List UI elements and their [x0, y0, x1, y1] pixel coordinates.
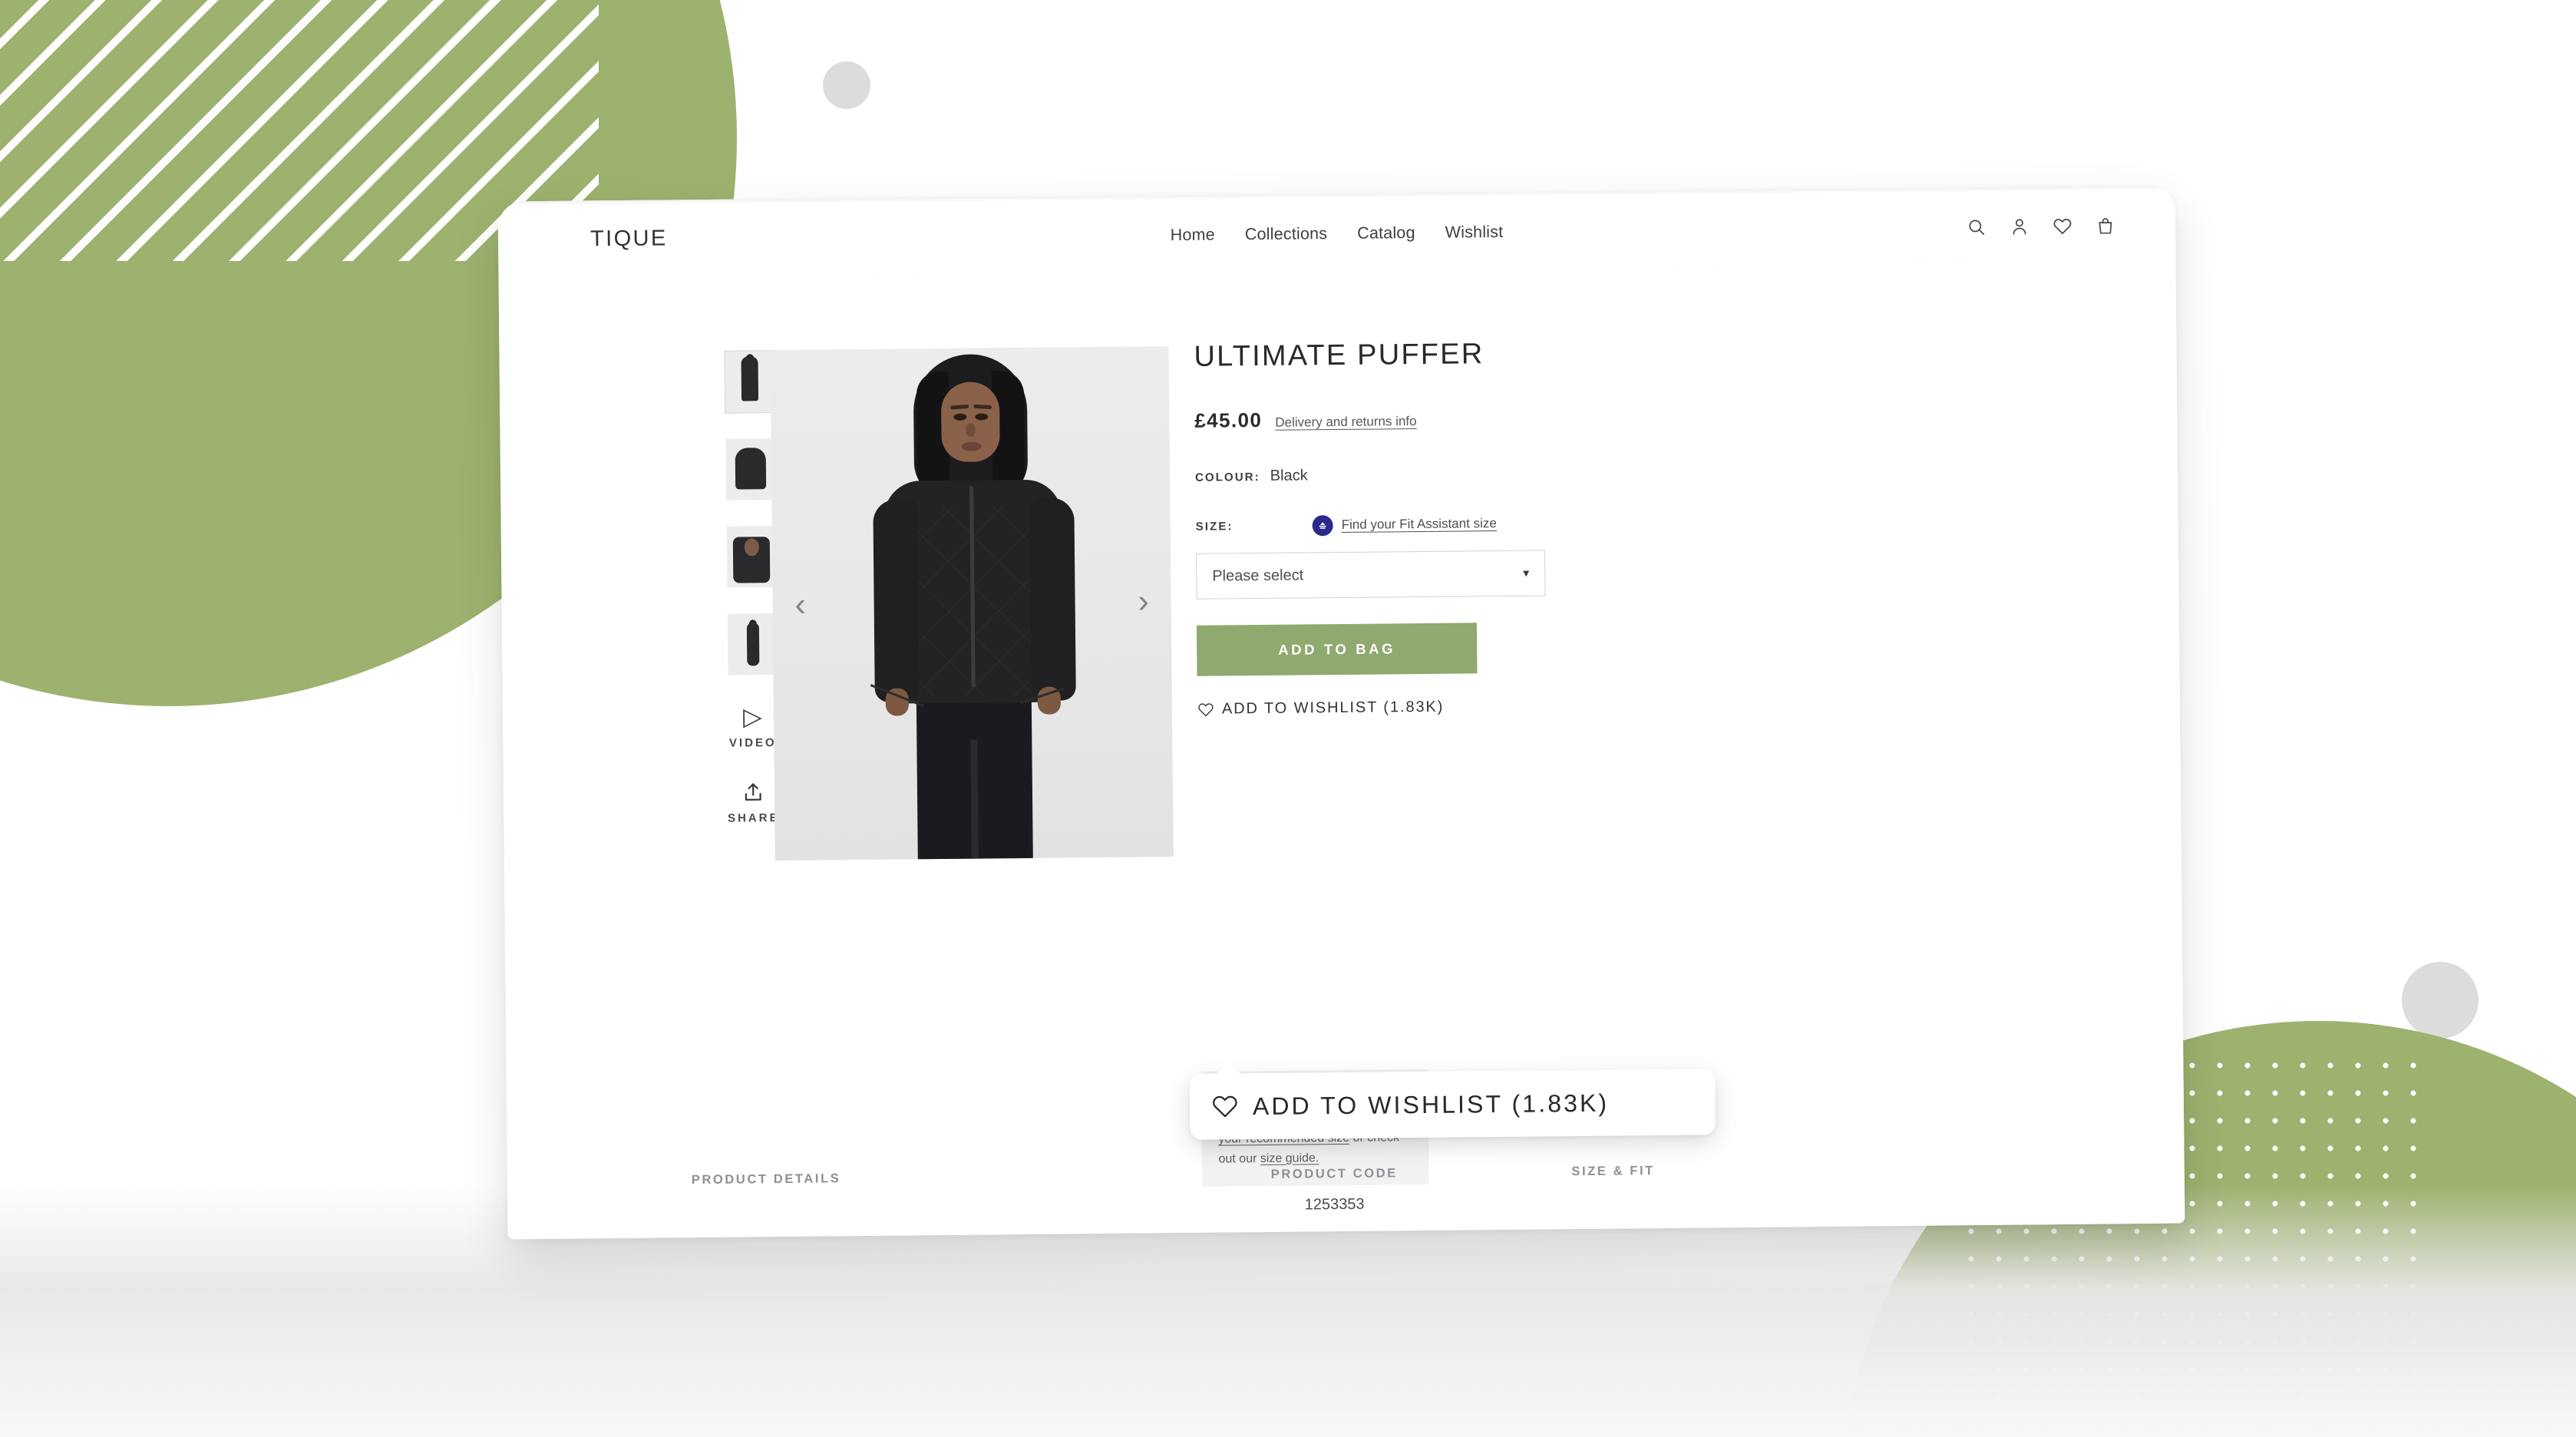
add-to-bag-button[interactable]: ADD TO BAG: [1196, 623, 1478, 676]
main-navigation: Home Collections Catalog Wishlist: [1171, 222, 1504, 244]
tab-label-product-details[interactable]: PRODUCT DETAILS: [692, 1171, 841, 1188]
page-title: ULTIMATE PUFFER: [1194, 338, 1485, 373]
add-to-wishlist-label: ADD TO WISHLIST (1.83K): [1221, 698, 1445, 718]
chevron-down-icon: ▾: [1523, 567, 1530, 580]
product-price: £45.00: [1194, 408, 1263, 432]
heart-outline-icon: [1197, 701, 1214, 718]
nav-item-catalog[interactable]: Catalog: [1357, 223, 1415, 243]
gallery-video-button[interactable]: ▷ VIDEO: [728, 702, 777, 750]
decorative-stripes-pattern-br: [1842, 1420, 2576, 1437]
share-label: SHARE: [727, 811, 780, 825]
product-photo: [770, 346, 1174, 861]
colour-value: Black: [1270, 467, 1308, 484]
header-icon-group: [1967, 216, 2115, 237]
size-row: SIZE: Find your Fit Assistant size: [1196, 510, 1687, 538]
play-triangle-icon: ▷: [743, 702, 762, 731]
gallery-next-arrow[interactable]: ›: [1126, 583, 1160, 619]
size-select[interactable]: Please select ▾: [1196, 550, 1546, 600]
product-page-content: ▷ VIDEO SHARE ‹ › ULTIMATE PUFFER £45.00…: [498, 260, 2185, 1240]
delivery-returns-link[interactable]: Delivery and returns info: [1275, 414, 1416, 431]
add-to-wishlist-button[interactable]: ADD TO WISHLIST (1.83K): [1197, 699, 1445, 718]
colour-label: COLOUR:: [1194, 471, 1260, 484]
decorative-grey-circle-bottom: [2402, 962, 2479, 1039]
product-details-panel: ULTIMATE PUFFER £45.00 Delivery and retu…: [1194, 336, 1689, 718]
nav-item-collections[interactable]: Collections: [1245, 224, 1328, 244]
gallery-thumbnail[interactable]: [727, 613, 777, 676]
tab-label-size-fit[interactable]: SIZE & FIT: [1571, 1164, 1655, 1179]
wishlist-callout-label: ADD TO WISHLIST (1.83K): [1252, 1088, 1610, 1120]
gallery-thumbnail[interactable]: [725, 438, 775, 500]
wishlist-heart-icon[interactable]: [2053, 216, 2072, 236]
heart-outline-icon-callout: [1211, 1092, 1239, 1120]
wishlist-zoom-callout[interactable]: ADD TO WISHLIST (1.83K): [1189, 1069, 1716, 1140]
nav-item-wishlist[interactable]: Wishlist: [1445, 222, 1504, 242]
shopping-bag-icon[interactable]: [2095, 216, 2115, 236]
size-label: SIZE:: [1195, 519, 1234, 534]
search-icon[interactable]: [1967, 217, 1986, 237]
gallery-thumbnail[interactable]: [726, 526, 776, 588]
account-icon[interactable]: [2010, 216, 2029, 236]
size-guide-link[interactable]: size guide.: [1260, 1151, 1319, 1165]
decorative-grey-circle-top: [823, 61, 870, 109]
gallery-prev-arrow[interactable]: ‹: [783, 586, 817, 623]
product-info-tabs: PRODUCT DETAILS PRODUCT CODE 1253353 SIZ…: [507, 1158, 2185, 1221]
page-background: TIQUE Home Collections Catalog Wishlist: [0, 0, 2576, 1437]
tab-product-details: PRODUCT DETAILS: [661, 1169, 1121, 1221]
fit-assistant-link[interactable]: Find your Fit Assistant size: [1342, 516, 1497, 533]
tab-size-and-fit: SIZE & FIT: [1548, 1161, 2000, 1212]
gallery-thumbnail[interactable]: [723, 350, 775, 414]
price-row: £45.00 Delivery and returns info: [1194, 405, 1686, 433]
product-code-value: 1253353: [1304, 1195, 1365, 1214]
colour-row: COLOUR: Black: [1195, 464, 1686, 486]
share-icon: [741, 781, 765, 804]
tab-product-code: PRODUCT CODE 1253353: [1120, 1164, 1549, 1215]
tab-label-product-code[interactable]: PRODUCT CODE: [1271, 1166, 1398, 1182]
video-label: VIDEO: [728, 736, 777, 750]
nav-item-home[interactable]: Home: [1171, 225, 1215, 245]
share-button[interactable]: SHARE: [728, 781, 780, 825]
browser-window: TIQUE Home Collections Catalog Wishlist: [497, 185, 2185, 1240]
product-hero-image[interactable]: ‹ ›: [770, 346, 1174, 861]
brand-logo[interactable]: TIQUE: [590, 226, 668, 252]
size-select-value: Please select: [1212, 566, 1304, 585]
fit-assistant-icon[interactable]: [1312, 514, 1333, 536]
